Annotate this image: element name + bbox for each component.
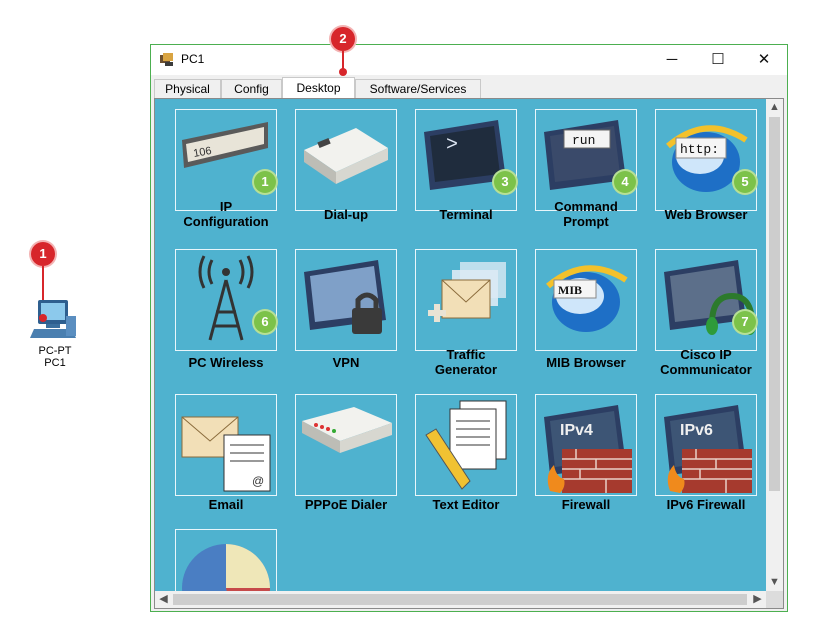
text-editor-icon	[416, 395, 516, 500]
step-badge-4: 4	[614, 171, 636, 193]
app-label[interactable]: Cisco IP Communicator	[646, 347, 766, 377]
app-label[interactable]: Email	[166, 497, 286, 512]
ip-communicator-icon	[656, 250, 756, 355]
app-tile-terminal[interactable]: >	[415, 109, 517, 211]
window-title: PC1	[181, 52, 205, 66]
svg-text:>: >	[446, 134, 458, 157]
step-badge-3: 3	[494, 171, 516, 193]
app-tile-traffic-generator[interactable]	[415, 249, 517, 351]
scroll-up-arrow-icon[interactable]: ▲	[766, 99, 783, 116]
device-name-label: PC1	[44, 357, 66, 369]
email-icon: @	[176, 395, 276, 500]
scroll-right-arrow-icon[interactable]: ▶	[749, 591, 766, 608]
horizontal-scrollbar[interactable]: ◀ ▶	[155, 591, 766, 608]
horizontal-scroll-thumb[interactable]	[173, 594, 747, 605]
mib-browser-icon: MIB	[536, 250, 636, 355]
minimize-button[interactable]: ─	[649, 45, 695, 75]
scroll-corner	[766, 591, 783, 608]
tab-software-services[interactable]: Software/Services	[355, 79, 481, 98]
app-label[interactable]: Web Browser	[646, 207, 766, 222]
callout-dot	[39, 314, 47, 322]
scroll-left-arrow-icon[interactable]: ◀	[155, 591, 172, 608]
app-label[interactable]: PPPoE Dialer	[286, 497, 406, 512]
web-browser-icon: http:	[656, 110, 756, 215]
app-tile-command-prompt[interactable]: run	[535, 109, 637, 211]
pc-icon	[30, 300, 76, 338]
app-label[interactable]: VPN	[286, 355, 406, 370]
app-tile-mib-browser[interactable]: MIB	[535, 249, 637, 351]
app-tile-vpn[interactable]	[295, 249, 397, 351]
modem-icon	[296, 110, 396, 215]
step-badge-7: 7	[734, 311, 756, 333]
terminal-icon: >	[416, 110, 516, 215]
step-badge-6: 6	[254, 311, 276, 333]
app-label[interactable]: Dial-up	[286, 207, 406, 222]
pc-device[interactable]: PC-PT PC1	[28, 298, 82, 369]
app-label[interactable]: Firewall	[526, 497, 646, 512]
wireless-icon	[176, 250, 276, 355]
scroll-down-arrow-icon[interactable]: ▼	[766, 574, 783, 591]
app-label[interactable]: Command Prompt	[526, 199, 646, 229]
app-label[interactable]: Text Editor	[406, 497, 526, 512]
callout-dot-2	[339, 68, 347, 76]
ipv6-firewall-icon: IPv6	[656, 395, 756, 500]
app-grid: 106 1 IP Configuration Dial-up >3 Terminal run 4…	[155, 99, 766, 608]
app-tile-email[interactable]: @	[175, 394, 277, 496]
svg-text:IPv4: IPv4	[560, 422, 593, 439]
tab-desktop[interactable]: Desktop	[282, 77, 355, 100]
tab-config[interactable]: Config	[221, 79, 282, 98]
svg-text:run: run	[572, 133, 595, 148]
app-tile-ip-communicator[interactable]	[655, 249, 757, 351]
device-type-label: PC-PT	[38, 345, 72, 357]
app-tile-firewall[interactable]: IPv4	[535, 394, 637, 496]
firewall-icon: IPv4	[536, 395, 636, 500]
vertical-scroll-thumb[interactable]	[769, 117, 780, 491]
vpn-icon	[296, 250, 396, 355]
step-badge-1: 1	[254, 171, 276, 193]
desktop-panel: 106 1 IP Configuration Dial-up >3 Terminal run 4…	[154, 98, 784, 609]
app-tile-modem[interactable]	[295, 109, 397, 211]
tab-bar: Physical Config Desktop Software/Service…	[151, 77, 787, 100]
maximize-button[interactable]: ☐	[695, 45, 741, 75]
pc1-window: PC1 ─ ☐ ✕ Physical Config Desktop Softwa…	[150, 44, 788, 612]
app-tile-text-editor[interactable]	[415, 394, 517, 496]
app-tile-wireless[interactable]	[175, 249, 277, 351]
traffic-generator-icon	[416, 250, 516, 355]
app-label[interactable]: Traffic Generator	[406, 347, 526, 377]
app-label[interactable]: IP Configuration	[166, 199, 286, 229]
step-badge-2: 2	[331, 27, 355, 51]
app-tile-pppoe-dialer[interactable]	[295, 394, 397, 496]
svg-text:MIB: MIB	[558, 283, 582, 297]
app-label[interactable]: IPv6 Firewall	[646, 497, 766, 512]
app-tile-web-browser[interactable]: http:	[655, 109, 757, 211]
close-button[interactable]: ✕	[741, 45, 787, 75]
packet-tracer-icon	[160, 53, 173, 66]
app-label[interactable]: Terminal	[406, 207, 526, 222]
step-badge-5: 5	[734, 171, 756, 193]
svg-text:@: @	[252, 474, 264, 488]
vertical-scrollbar[interactable]: ▲ ▼	[766, 99, 783, 591]
app-label[interactable]: MIB Browser	[526, 355, 646, 370]
step-badge-1: 1	[31, 242, 55, 266]
app-tile-ip-config[interactable]: 106	[175, 109, 277, 211]
title-bar[interactable]: PC1 ─ ☐ ✕	[151, 45, 787, 75]
tab-physical[interactable]: Physical	[154, 79, 221, 98]
svg-text:http:: http:	[680, 142, 719, 157]
svg-text:IPv6: IPv6	[680, 422, 713, 439]
pppoe-dialer-icon	[296, 395, 396, 500]
app-label[interactable]: PC Wireless	[166, 355, 286, 370]
app-tile-ipv6-firewall[interactable]: IPv6	[655, 394, 757, 496]
